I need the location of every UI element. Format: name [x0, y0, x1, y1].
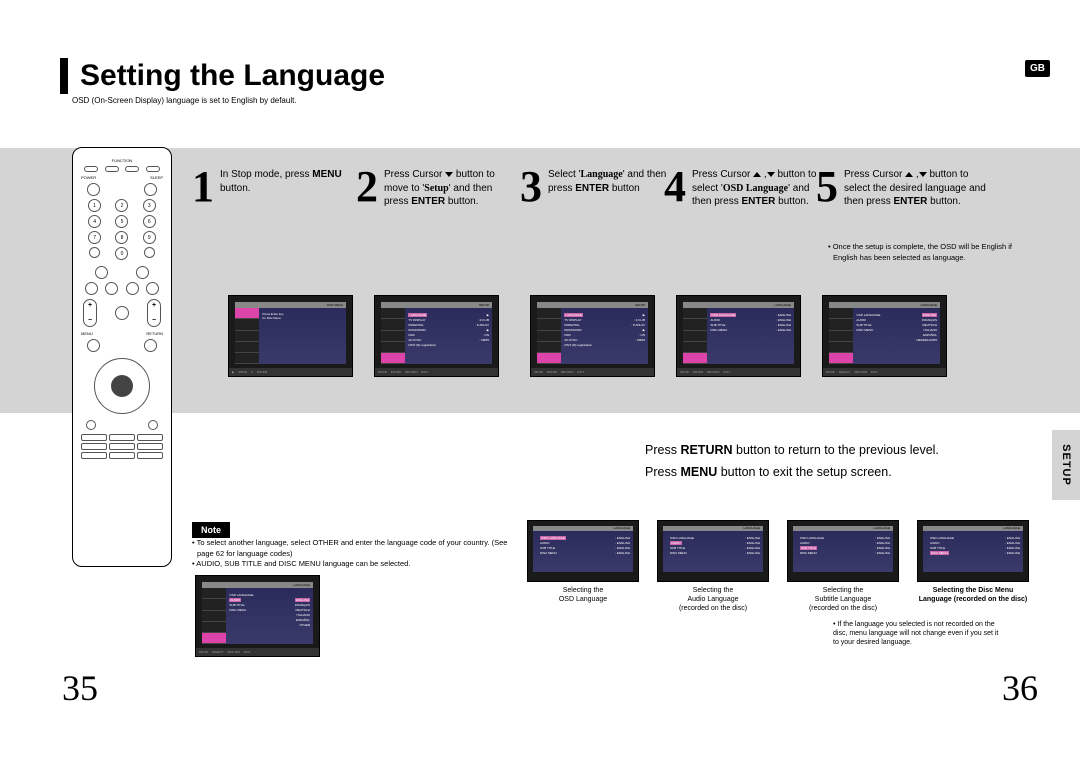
remote-power-label: POWER: [81, 175, 96, 180]
selection-thumbnails: LANGUAGEOSD LANGUAGE: ENGLISHAUDIO: ENGL…: [527, 520, 1029, 613]
remote-sleep-label: SLEEP: [150, 175, 163, 180]
remote-return-label: RETURN: [146, 331, 163, 336]
remote-menu-label: MENU: [81, 331, 93, 336]
step-text: Select 'Language' and then press ENTER b…: [548, 168, 675, 195]
tv-screenshot-step5: LANGUAGE OSD LANGUAGEENGLISH AUDIOFRANÇA…: [822, 295, 947, 377]
step-num: 2: [356, 168, 378, 205]
step-text: In Stop mode, press MENU button.: [220, 168, 347, 195]
page-title-bar: Setting the Language: [60, 58, 385, 94]
disc-menu-footnote: • If the language you selected is not re…: [833, 620, 1003, 647]
remote-dpad-icon: [94, 358, 150, 414]
navigation-notes: Press RETURN button to return to the pre…: [645, 435, 939, 487]
remote-function-label: FUNCTION: [81, 158, 163, 163]
subtitle: OSD (On-Screen Display) language is set …: [72, 96, 297, 105]
region-badge: GB: [1025, 60, 1050, 77]
tv-screenshot-step2: SETUP LANGUAGE▶ TV DISPLAY: 4:3 L/B PARE…: [374, 295, 499, 377]
step-2: 2Press Cursor button to move to 'Setup' …: [356, 168, 511, 209]
step-text: Press Cursor , button to select 'OSD Lan…: [692, 168, 819, 209]
return-note: Press RETURN button to return to the pre…: [645, 443, 939, 457]
thumb-discmenu: LANGUAGEOSD LANGUAGE: ENGLISHAUDIO: ENGL…: [917, 520, 1029, 613]
step-num: 5: [816, 168, 838, 205]
step-num: 3: [520, 168, 542, 205]
page-number-right: 36: [1002, 667, 1038, 709]
page-spread: Setting the Language GB OSD (On-Screen D…: [0, 0, 1080, 763]
page-title: Setting the Language: [80, 59, 385, 93]
note-text: To select another language, select OTHER…: [192, 538, 522, 570]
note-badge: Note: [192, 522, 230, 538]
step-num: 1: [192, 168, 214, 205]
thumb-subtitle: LANGUAGEOSD LANGUAGE: ENGLISHAUDIO: ENGL…: [787, 520, 899, 613]
step-3: 3Select 'Language' and then press ENTER …: [520, 168, 675, 205]
tv-screenshot-step3: SETUP LANGUAGE▶ TV DISPLAY: 4:3 L/B PARE…: [530, 295, 655, 377]
remote-control-illustration: FUNCTION POWERSLEEP 123 456 789 0 +− +− …: [72, 147, 172, 567]
step-1: 1In Stop mode, press MENU button.: [192, 168, 347, 205]
step-4: 4Press Cursor , button to select 'OSD La…: [664, 168, 819, 209]
thumb-osd: LANGUAGEOSD LANGUAGE: ENGLISHAUDIO: ENGL…: [527, 520, 639, 613]
tv-screenshot-step1: DVD MENU Press Enter keyfor Disc Menu ▶M…: [228, 295, 353, 377]
page-number-left: 35: [62, 667, 98, 709]
thumb-audio: LANGUAGEOSD LANGUAGE: ENGLISHAUDIO: ENGL…: [657, 520, 769, 613]
tv-screenshot-language-select: LANGUAGE OSD LANGUAGE AUDIOENGLISH SUB T…: [195, 575, 320, 657]
title-accent: [60, 58, 68, 94]
tv-screenshot-step4: LANGUAGE OSD LANGUAGE: ENGLISH AUDIO: EN…: [676, 295, 801, 377]
osd-complete-note: • Once the setup is complete, the OSD wi…: [828, 242, 1028, 263]
step-text: Press Cursor , button to select the desi…: [844, 168, 986, 209]
step-text: Press Cursor button to move to 'Setup' a…: [384, 168, 511, 209]
step-5: 5Press Cursor , button to select the des…: [816, 168, 986, 209]
step-num: 4: [664, 168, 686, 205]
setup-side-tab: SETUP: [1052, 430, 1080, 500]
menu-note: Press MENU button to exit the setup scre…: [645, 465, 939, 479]
